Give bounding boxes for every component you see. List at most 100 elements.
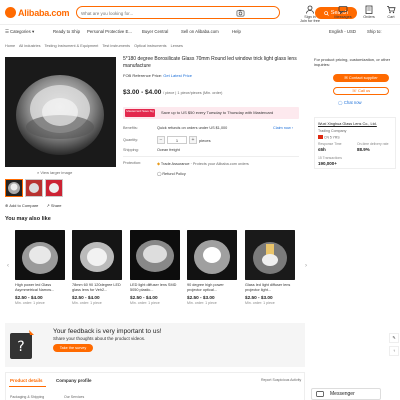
messenger-button[interactable]: Messenger <box>311 388 381 400</box>
breadcrumb-item[interactable]: Optical instruments <box>134 44 167 48</box>
glass-lens-image <box>5 57 116 167</box>
product-card[interactable]: High power led Glass Asymmetrical Narrow… <box>15 230 65 305</box>
shipping-label: Shipping: <box>123 148 139 152</box>
tab-company-profile[interactable]: Company profile <box>56 378 92 383</box>
price-unit: / piece | 1 piece/pieces (Min. order) <box>163 91 223 95</box>
camera-icon[interactable] <box>236 9 245 17</box>
claim-now-link[interactable]: Claim now › <box>273 126 293 130</box>
recommend-heading: You may also like <box>5 216 51 222</box>
benefits-label: Benefits: <box>123 126 138 130</box>
claim-now-label: Claim now <box>273 126 291 130</box>
shield-icon: ◆ <box>157 162 160 166</box>
contact-supplier-button[interactable]: ✉ Contact supplier <box>333 74 389 82</box>
quantity-input[interactable]: 1 <box>167 136 187 144</box>
breadcrumb-item[interactable]: Lenses <box>171 44 183 48</box>
breadcrumb-item[interactable]: Testing Instrument & Equipment <box>45 44 99 48</box>
breadcrumb-item[interactable]: Test instruments <box>102 44 130 48</box>
reference-price: FOB Reference Price: Get Latest Price <box>123 73 192 78</box>
product-card-moq: Min. order: 1 piece <box>187 301 217 305</box>
product-card-moq: Min. order: 1 piece <box>245 301 275 305</box>
chat-now-link[interactable]: ◯ Chat now <box>338 100 362 105</box>
search-input[interactable] <box>81 8 231 18</box>
sign-in-link[interactable]: Sign in Join for free <box>298 5 322 23</box>
ref-price-label: FOB Reference Price: <box>123 73 163 78</box>
language-selector[interactable]: English - USD <box>329 29 356 34</box>
categories-menu[interactable]: ☰ Categories ▾ <box>5 29 34 35</box>
ready-to-ship-link[interactable]: Ready to Ship <box>53 29 80 34</box>
ship-to-selector[interactable]: Ship to: <box>367 29 382 34</box>
join-free-label: Join for free <box>299 19 321 23</box>
price-range: $3.00 - $4.00 <box>123 89 162 96</box>
increment-button[interactable]: + <box>189 136 197 144</box>
benefits-value: Quick refunds on orders under US $1,000 <box>157 126 228 130</box>
search-icon <box>324 10 329 16</box>
thumbnail-image <box>8 182 20 194</box>
quantity-stepper: − 1 + pieces <box>157 136 211 144</box>
sell-link[interactable]: Sell on Alibaba.com <box>181 29 219 34</box>
add-to-compare[interactable]: ⊕ Add to Compare <box>5 203 38 208</box>
breadcrumb-item[interactable]: Home <box>5 44 15 48</box>
back-to-top-icon[interactable]: ↑ <box>389 346 399 356</box>
call-us-button[interactable]: ☏ Call us <box>333 87 389 95</box>
gallery-actions: ⊕ Add to Compare ↗ Share <box>5 203 62 208</box>
thumbnail[interactable] <box>25 179 43 197</box>
logo-icon <box>5 7 16 18</box>
help-link[interactable]: Help <box>232 29 241 34</box>
trade-assurance[interactable]: ◆ Trade Assurance · Protects your Alibab… <box>157 161 249 166</box>
view-larger-image[interactable]: ⌕ View larger image <box>37 170 72 175</box>
trade-assurance-label: Trade Assurance <box>160 162 190 166</box>
product-card[interactable]: Glass led light diffuser lens projector … <box>245 230 295 305</box>
detail-tabs: Product details Company profile Report S… <box>5 372 305 400</box>
product-card-moq: Min. order: 1 piece <box>130 301 160 305</box>
packaging-link[interactable]: Packaging & Shipping <box>10 395 44 399</box>
get-latest-price-link[interactable]: Get Latest Price <box>163 73 192 78</box>
buyer-central-link[interactable]: Buyer Central <box>142 29 168 34</box>
breadcrumb: Home All industries Testing Instrument &… <box>5 44 186 48</box>
take-survey-button[interactable]: Take the survey <box>53 344 93 352</box>
refund-policy-label: Refund Policy <box>162 172 186 176</box>
product-card-name: High power led Glass Asymmetrical Narrow… <box>15 283 55 292</box>
add-to-compare-label: Add to Compare <box>9 203 39 208</box>
supplier-name[interactable]: Wuxi Xinghua Glass Lens Co., Ltd. <box>318 122 377 126</box>
thumbnail[interactable] <box>5 179 23 197</box>
messages-link[interactable]: Messages <box>331 5 355 19</box>
carousel-prev-icon[interactable]: ‹ <box>4 263 12 271</box>
product-card-image <box>245 230 295 280</box>
search-bar: Search <box>76 6 357 19</box>
product-main-image[interactable] <box>5 57 116 167</box>
thumbnail-strip <box>5 179 63 197</box>
product-card-image <box>15 230 65 280</box>
alibaba-logo[interactable]: Alibaba.com <box>5 6 70 19</box>
feedback-float-icon[interactable]: ✎ <box>389 333 399 343</box>
carousel-next-icon[interactable]: › <box>302 263 310 271</box>
ppe-link[interactable]: Personal Protective E... <box>87 29 132 34</box>
protection-row: Protection: ◆ Trade Assurance · Protects… <box>123 161 249 166</box>
product-card[interactable]: LED light diffuser lens SMD 5050 plastic… <box>130 230 180 305</box>
product-card-name: LED light diffuser lens SMD 5050 plastic… <box>130 283 177 292</box>
product-card-image <box>187 230 237 280</box>
price-block: $3.00 - $4.00 / piece | 1 piece/pieces (… <box>123 89 222 96</box>
mastercard-promo[interactable]: Mastercard Save big Save up to US $50 ev… <box>123 107 299 119</box>
product-card[interactable]: 90 degree high power projector optical..… <box>187 230 237 305</box>
product-card-price: $2.50 - $4.00 <box>15 295 43 300</box>
cart-link[interactable]: Cart <box>379 5 400 19</box>
share-button[interactable]: ↗ Share <box>46 203 61 208</box>
lens-image <box>130 230 180 280</box>
contact-supplier-label: Contact supplier <box>348 75 378 80</box>
product-card[interactable]: 78mm 60 90 120degree LED glass lens for … <box>72 230 122 305</box>
decrement-button[interactable]: − <box>157 136 165 144</box>
report-link[interactable]: Report Suspicious Activity <box>261 378 301 382</box>
refund-policy[interactable]: ◯ Refund Policy <box>157 171 186 176</box>
call-us-label: Call us <box>357 88 371 93</box>
orders-link[interactable]: Orders <box>357 5 381 19</box>
services-link[interactable]: Our Services <box>64 395 84 399</box>
tab-product-details[interactable]: Product details <box>10 378 43 383</box>
messenger-icon <box>316 391 324 397</box>
product-card-price: $2.50 - $3.00 <box>187 295 215 300</box>
breadcrumb-item[interactable]: All industries <box>19 44 41 48</box>
product-card-name: 90 degree high power projector optical..… <box>187 283 224 292</box>
user-icon <box>306 5 314 14</box>
response-time-value: ≤6h <box>318 147 326 152</box>
thumbnail[interactable] <box>45 179 63 197</box>
sub-navigation: ☰ Categories ▾ Ready to Ship Personal Pr… <box>0 26 400 37</box>
